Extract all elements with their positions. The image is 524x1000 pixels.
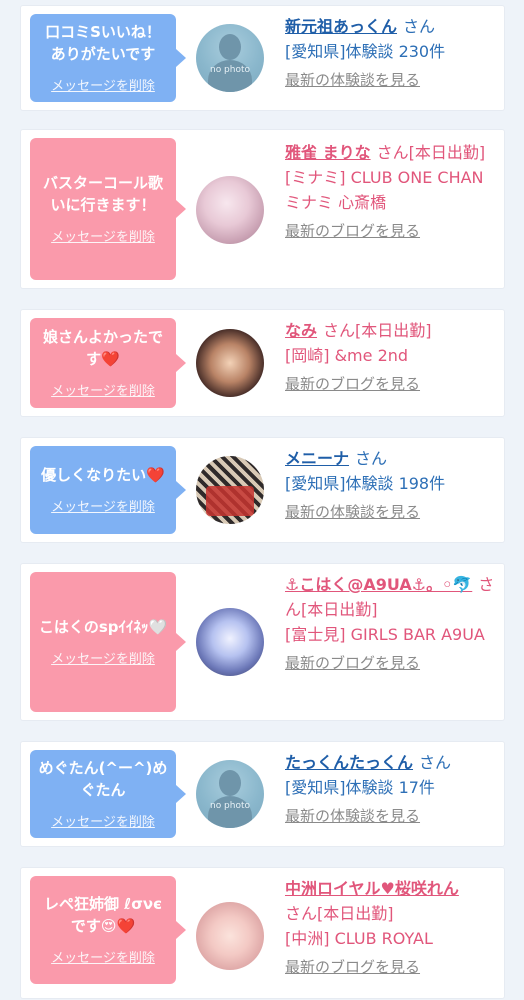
profile-info: たっくんたっくん さん [愛知県]体験談 17件 最新の体験談を見る: [285, 750, 495, 829]
profile-info: 雅雀 まりな さん[本日出勤] [ミナミ] CLUB ONE CHAN ミナミ 心…: [285, 140, 495, 244]
avatar[interactable]: [196, 329, 264, 397]
profile-detail: [愛知県]体験談 198件: [285, 474, 446, 493]
honorific: さん[本日出勤]: [376, 143, 486, 162]
honorific: さん[本日出勤]: [285, 904, 394, 923]
message-bubble: こはくのspｲｲﾈｯ🤍 メッセージを削除: [30, 572, 186, 712]
message-text: こはくのspｲｲﾈｯ🤍: [38, 617, 168, 636]
avatar[interactable]: no photo: [196, 24, 264, 92]
profile-info: なみ さん[本日出勤] [岡崎] &me 2nd 最新のブログを見る: [285, 318, 495, 397]
delete-message-link[interactable]: メッセージを削除: [51, 75, 155, 94]
message-card: 口コミSいいね！ありがたいです メッセージを削除 no photo 新元祖あっく…: [21, 6, 504, 110]
profile-name-link[interactable]: メニーナ: [285, 449, 349, 468]
profile-name-link[interactable]: たっくんたっくん: [285, 753, 413, 772]
profile-info: 中洲ロイヤル♥桜咲れん さん[本日出勤] [中洲] CLUB ROYAL 最新の…: [285, 876, 495, 980]
message-card: レペ狂姉御 ℓσνє です😍❤️ メッセージを削除 中洲ロイヤル♥桜咲れん さん…: [21, 868, 504, 998]
latest-blog-link[interactable]: 最新のブログを見る: [285, 372, 495, 397]
message-card: こはくのspｲｲﾈｯ🤍 メッセージを削除 ⚓こはく@A9UA⚓。◦🐬 さん[本日出…: [21, 564, 504, 720]
message-bubble: 口コミSいいね！ありがたいです メッセージを削除: [30, 14, 186, 102]
latest-blog-link[interactable]: 最新のブログを見る: [285, 219, 495, 244]
profile-detail: [富士見] GIRLS BAR A9UA: [285, 625, 485, 644]
profile-name-link[interactable]: ⚓こはく@A9UA⚓。◦🐬: [285, 575, 472, 594]
profile-name-link[interactable]: なみ: [285, 321, 317, 340]
message-bubble: 優しくなりたい❤️ メッセージを削除: [30, 446, 186, 534]
message-bubble: めぐたん(^ー^)めぐたん メッセージを削除: [30, 750, 186, 838]
delete-message-link[interactable]: メッセージを削除: [51, 811, 155, 830]
avatar[interactable]: [196, 902, 264, 970]
no-photo-label: no photo: [209, 65, 251, 75]
profile-info: ⚓こはく@A9UA⚓。◦🐬 さん[本日出勤] [富士見] GIRLS BAR A9…: [285, 572, 495, 676]
profile-name-link[interactable]: 雅雀 まりな: [285, 143, 371, 162]
honorific: さん: [419, 753, 452, 772]
profile-detail: [ミナミ] CLUB ONE CHAN ミナミ 心斎橋: [285, 168, 484, 212]
delete-message-link[interactable]: メッセージを削除: [51, 496, 155, 515]
delete-message-link[interactable]: メッセージを削除: [51, 947, 155, 966]
latest-blog-link[interactable]: 最新のブログを見る: [285, 955, 495, 980]
avatar-silhouette-icon: [219, 770, 241, 796]
profile-detail: [愛知県]体験談 17件: [285, 778, 435, 797]
delete-message-link[interactable]: メッセージを削除: [51, 380, 155, 399]
message-text: レペ狂姉御 ℓσνє です😍❤️: [43, 894, 163, 935]
honorific: さん: [403, 17, 436, 36]
delete-message-link[interactable]: メッセージを削除: [51, 226, 155, 245]
message-card: バスターコール歌いに行きます！ メッセージを削除 雅雀 まりな さん[本日出勤] …: [21, 130, 504, 288]
avatar-silhouette-icon: [219, 34, 241, 60]
latest-reviews-link[interactable]: 最新の体験談を見る: [285, 804, 495, 829]
profile-name-link[interactable]: 中洲ロイヤル♥桜咲れん: [285, 879, 459, 898]
message-card: 娘さんよかったです❤️ メッセージを削除 なみ さん[本日出勤] [岡崎] &me…: [21, 310, 504, 416]
latest-reviews-link[interactable]: 最新の体験談を見る: [285, 500, 495, 525]
message-text: 口コミSいいね！ありがたいです: [45, 22, 161, 63]
message-card: めぐたん(^ー^)めぐたん メッセージを削除 no photo たっくんたっくん…: [21, 742, 504, 846]
latest-blog-link[interactable]: 最新のブログを見る: [285, 651, 495, 676]
message-card: 優しくなりたい❤️ メッセージを削除 メニーナ さん [愛知県]体験談 198件 …: [21, 438, 504, 542]
delete-message-link[interactable]: メッセージを削除: [51, 648, 155, 667]
profile-info: メニーナ さん [愛知県]体験談 198件 最新の体験談を見る: [285, 446, 495, 525]
profile-detail: [愛知県]体験談 230件: [285, 42, 446, 61]
honorific: さん[本日出勤]: [323, 321, 432, 340]
message-text: バスターコール歌いに行きます！: [42, 173, 163, 214]
avatar[interactable]: [196, 608, 264, 676]
latest-reviews-link[interactable]: 最新の体験談を見る: [285, 68, 495, 93]
profile-detail: [中洲] CLUB ROYAL: [285, 929, 433, 948]
avatar[interactable]: [196, 176, 264, 244]
message-text: 優しくなりたい❤️: [41, 465, 165, 484]
profile-name-link[interactable]: 新元祖あっくん: [285, 17, 397, 36]
message-bubble: バスターコール歌いに行きます！ メッセージを削除: [30, 138, 186, 280]
honorific: さん: [355, 449, 388, 468]
message-text: 娘さんよかったです❤️: [42, 327, 163, 368]
profile-detail: [岡崎] &me 2nd: [285, 346, 409, 365]
message-list: 口コミSいいね！ありがたいです メッセージを削除 no photo 新元祖あっく…: [0, 0, 524, 1000]
profile-info: 新元祖あっくん さん [愛知県]体験談 230件 最新の体験談を見る: [285, 14, 495, 93]
avatar[interactable]: [196, 456, 264, 524]
avatar[interactable]: no photo: [196, 760, 264, 828]
message-bubble: レペ狂姉御 ℓσνє です😍❤️ メッセージを削除: [30, 876, 186, 984]
message-text: めぐたん(^ー^)めぐたん: [38, 758, 168, 799]
message-bubble: 娘さんよかったです❤️ メッセージを削除: [30, 318, 186, 408]
no-photo-label: no photo: [209, 801, 251, 811]
